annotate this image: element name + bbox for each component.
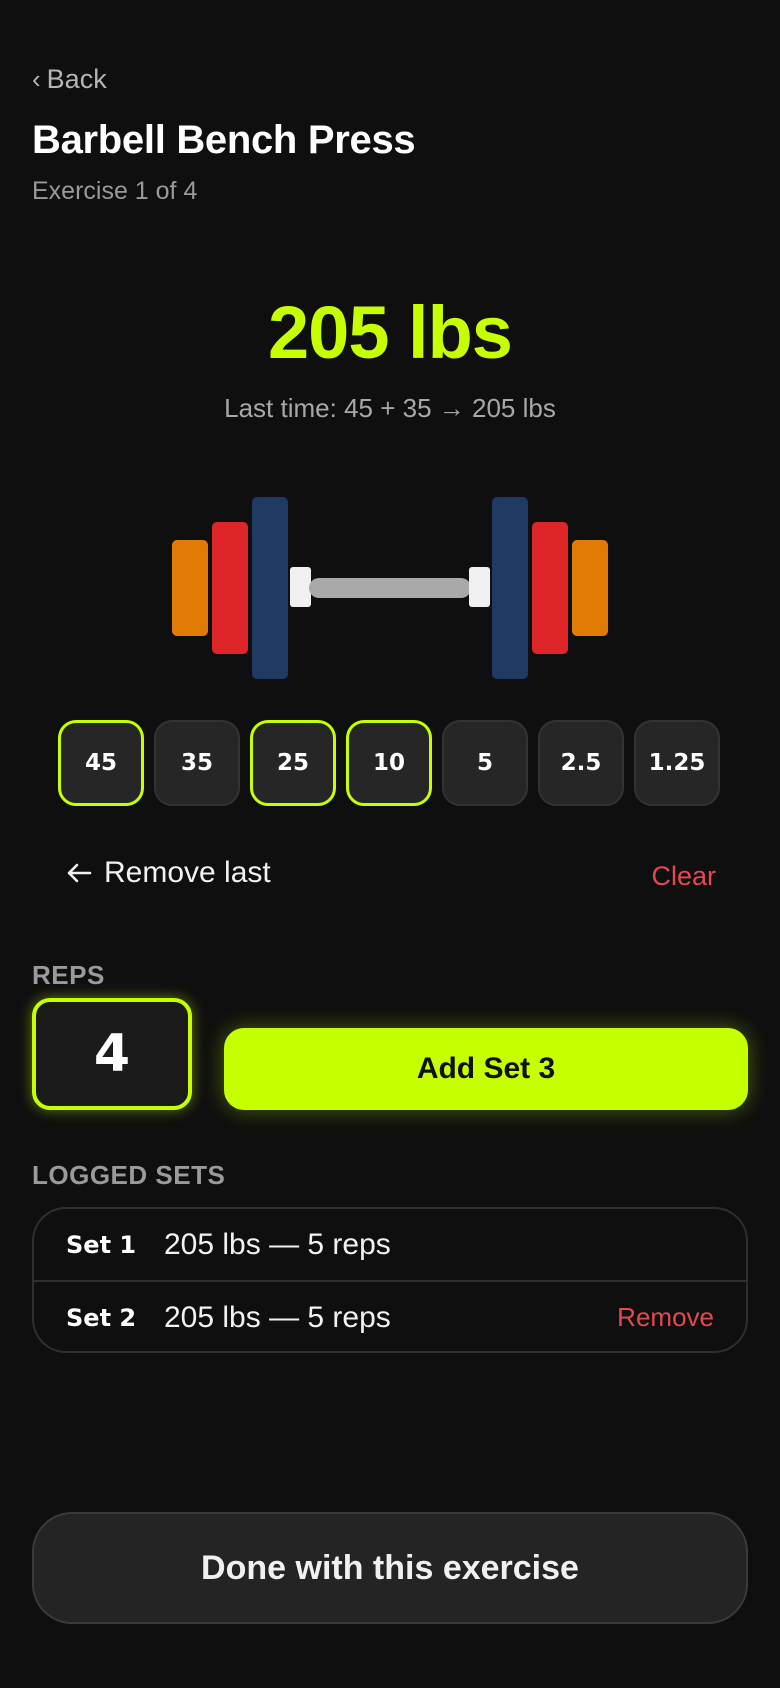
plate-25-right xyxy=(572,540,608,636)
plate-25-left xyxy=(172,540,208,636)
remove-last-label: Remove last xyxy=(104,856,271,889)
arrow-left-icon xyxy=(67,863,92,883)
chevron-left-icon: ‹ xyxy=(32,64,41,94)
plate-chip-2-5[interactable]: 2.5 xyxy=(538,720,624,806)
clear-plates-button[interactable]: Clear xyxy=(651,861,716,892)
collar-right xyxy=(469,567,490,607)
list-item: Set 1 205 lbs — 5 reps xyxy=(34,1209,746,1282)
plate-45-right xyxy=(492,497,528,679)
current-weight: 205 lbs xyxy=(268,291,513,374)
exercise-progress: Exercise 1 of 4 xyxy=(32,177,198,205)
set-name: Set 1 xyxy=(66,1230,137,1259)
remove-set-button[interactable]: Remove xyxy=(617,1302,714,1333)
plate-35-left xyxy=(212,522,248,654)
plate-chip-10[interactable]: 10 xyxy=(346,720,432,806)
remove-last-plate-button[interactable]: Remove last xyxy=(66,856,271,890)
back-label: Back xyxy=(46,64,107,94)
set-detail: 205 lbs — 5 reps xyxy=(164,1227,391,1261)
page-title: Barbell Bench Press xyxy=(32,118,416,162)
plate-chip-35[interactable]: 35 xyxy=(154,720,240,806)
last-time-summary: Last time: 45 + 35 → 205 lbs xyxy=(224,393,556,423)
list-item: Set 2 205 lbs — 5 reps Remove xyxy=(34,1282,746,1351)
plate-selector: 45 35 25 10 5 2.5 1.25 xyxy=(58,720,720,806)
reps-input[interactable]: 4 xyxy=(32,998,192,1110)
plate-chip-25[interactable]: 25 xyxy=(250,720,336,806)
logged-sets-label: LOGGED SETS xyxy=(32,1160,226,1190)
plate-chip-5[interactable]: 5 xyxy=(442,720,528,806)
back-button[interactable]: ‹ Back xyxy=(32,64,107,95)
logged-sets-list: Set 1 205 lbs — 5 reps Set 2 205 lbs — 5… xyxy=(32,1207,748,1353)
done-exercise-button[interactable]: Done with this exercise xyxy=(32,1512,748,1624)
add-set-button[interactable]: Add Set 3 xyxy=(224,1028,748,1110)
barbell-bar xyxy=(309,578,471,598)
collar-left xyxy=(290,567,311,607)
plate-45-left xyxy=(252,497,288,679)
plate-chip-45[interactable]: 45 xyxy=(58,720,144,806)
set-detail: 205 lbs — 5 reps xyxy=(164,1300,391,1334)
reps-label: REPS xyxy=(32,960,105,990)
set-name: Set 2 xyxy=(66,1303,137,1332)
plate-chip-1-25[interactable]: 1.25 xyxy=(634,720,720,806)
plate-35-right xyxy=(532,522,568,654)
